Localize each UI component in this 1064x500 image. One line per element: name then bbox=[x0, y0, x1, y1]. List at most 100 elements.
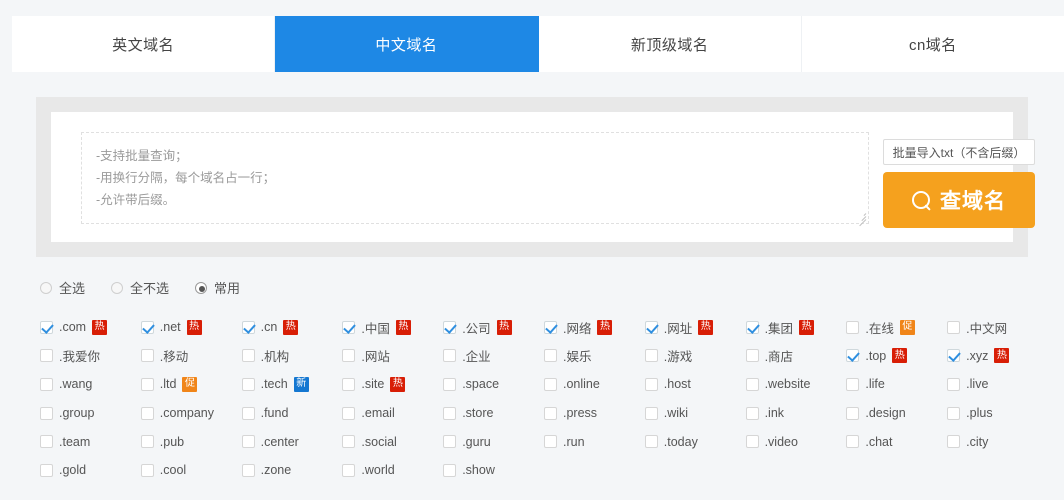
checkbox-icon[interactable] bbox=[342, 349, 355, 362]
select-mode-radio-0[interactable]: 全选 bbox=[40, 278, 85, 297]
suffix-checkbox-item[interactable]: .chat bbox=[846, 427, 947, 456]
checkbox-icon[interactable] bbox=[746, 435, 759, 448]
suffix-checkbox-item[interactable]: .email bbox=[342, 399, 443, 428]
bulk-domain-textarea[interactable] bbox=[81, 132, 869, 224]
suffix-checkbox-item[interactable]: .ink bbox=[746, 399, 847, 428]
suffix-checkbox-item[interactable]: .site热 bbox=[342, 370, 443, 399]
checkbox-checked-icon[interactable] bbox=[342, 321, 355, 334]
suffix-checkbox-item[interactable]: .zone bbox=[242, 456, 343, 485]
suffix-checkbox-item[interactable]: .移动 bbox=[141, 342, 242, 371]
checkbox-icon[interactable] bbox=[242, 464, 255, 477]
tab-1[interactable]: 中文域名 bbox=[275, 16, 538, 72]
suffix-checkbox-item[interactable]: .游戏 bbox=[645, 342, 746, 371]
checkbox-icon[interactable] bbox=[342, 378, 355, 391]
select-mode-radio-1[interactable]: 全不选 bbox=[111, 278, 169, 297]
suffix-checkbox-item[interactable]: .ltd促 bbox=[141, 370, 242, 399]
suffix-checkbox-item[interactable]: .娱乐 bbox=[544, 342, 645, 371]
suffix-checkbox-item[interactable]: .live bbox=[947, 370, 1048, 399]
checkbox-icon[interactable] bbox=[645, 407, 658, 420]
checkbox-icon[interactable] bbox=[141, 435, 154, 448]
checkbox-icon[interactable] bbox=[40, 435, 53, 448]
checkbox-checked-icon[interactable] bbox=[443, 321, 456, 334]
checkbox-checked-icon[interactable] bbox=[645, 321, 658, 334]
checkbox-icon[interactable] bbox=[242, 349, 255, 362]
checkbox-icon[interactable] bbox=[40, 349, 53, 362]
suffix-checkbox-item[interactable]: .网站 bbox=[342, 342, 443, 371]
suffix-checkbox-item[interactable]: .公司热 bbox=[443, 313, 544, 342]
checkbox-icon[interactable] bbox=[242, 407, 255, 420]
checkbox-icon[interactable] bbox=[544, 435, 557, 448]
suffix-checkbox-item[interactable]: .企业 bbox=[443, 342, 544, 371]
suffix-checkbox-item[interactable]: .中文网 bbox=[947, 313, 1048, 342]
suffix-checkbox-item[interactable]: .design bbox=[846, 399, 947, 428]
suffix-checkbox-item[interactable]: .video bbox=[746, 427, 847, 456]
suffix-checkbox-item[interactable]: .store bbox=[443, 399, 544, 428]
suffix-checkbox-item[interactable]: .team bbox=[40, 427, 141, 456]
suffix-checkbox-item[interactable]: .plus bbox=[947, 399, 1048, 428]
checkbox-icon[interactable] bbox=[141, 378, 154, 391]
suffix-checkbox-item[interactable]: .cool bbox=[141, 456, 242, 485]
suffix-checkbox-item[interactable]: .pub bbox=[141, 427, 242, 456]
suffix-checkbox-item[interactable]: .机构 bbox=[242, 342, 343, 371]
checkbox-checked-icon[interactable] bbox=[846, 349, 859, 362]
checkbox-icon[interactable] bbox=[141, 407, 154, 420]
checkbox-icon[interactable] bbox=[342, 435, 355, 448]
checkbox-icon[interactable] bbox=[443, 407, 456, 420]
checkbox-icon[interactable] bbox=[746, 349, 759, 362]
checkbox-icon[interactable] bbox=[141, 464, 154, 477]
suffix-checkbox-item[interactable]: .com热 bbox=[40, 313, 141, 342]
suffix-checkbox-item[interactable]: .social bbox=[342, 427, 443, 456]
suffix-checkbox-item[interactable]: .world bbox=[342, 456, 443, 485]
checkbox-icon[interactable] bbox=[443, 378, 456, 391]
checkbox-icon[interactable] bbox=[846, 321, 859, 334]
checkbox-icon[interactable] bbox=[645, 435, 658, 448]
suffix-checkbox-item[interactable]: .网址热 bbox=[645, 313, 746, 342]
suffix-checkbox-item[interactable]: .host bbox=[645, 370, 746, 399]
checkbox-icon[interactable] bbox=[242, 435, 255, 448]
suffix-checkbox-item[interactable]: .net热 bbox=[141, 313, 242, 342]
tab-0[interactable]: 英文域名 bbox=[12, 16, 275, 72]
suffix-checkbox-item[interactable]: .wang bbox=[40, 370, 141, 399]
suffix-checkbox-item[interactable]: .life bbox=[846, 370, 947, 399]
checkbox-icon[interactable] bbox=[141, 349, 154, 362]
checkbox-icon[interactable] bbox=[443, 435, 456, 448]
checkbox-icon[interactable] bbox=[40, 378, 53, 391]
checkbox-icon[interactable] bbox=[342, 464, 355, 477]
suffix-checkbox-item[interactable]: .press bbox=[544, 399, 645, 428]
suffix-checkbox-item[interactable]: .online bbox=[544, 370, 645, 399]
suffix-checkbox-item[interactable]: .fund bbox=[242, 399, 343, 428]
checkbox-icon[interactable] bbox=[342, 407, 355, 420]
suffix-checkbox-item[interactable]: .中国热 bbox=[342, 313, 443, 342]
checkbox-icon[interactable] bbox=[544, 349, 557, 362]
suffix-checkbox-item[interactable]: .group bbox=[40, 399, 141, 428]
suffix-checkbox-item[interactable]: .我爱你 bbox=[40, 342, 141, 371]
checkbox-icon[interactable] bbox=[645, 349, 658, 362]
checkbox-checked-icon[interactable] bbox=[544, 321, 557, 334]
checkbox-icon[interactable] bbox=[242, 378, 255, 391]
checkbox-checked-icon[interactable] bbox=[40, 321, 53, 334]
search-domain-button[interactable]: 查域名 bbox=[883, 172, 1035, 228]
checkbox-icon[interactable] bbox=[746, 407, 759, 420]
checkbox-icon[interactable] bbox=[746, 378, 759, 391]
suffix-checkbox-item[interactable]: .top热 bbox=[846, 342, 947, 371]
suffix-checkbox-item[interactable]: .show bbox=[443, 456, 544, 485]
tab-2[interactable]: 新顶级域名 bbox=[539, 16, 802, 72]
suffix-checkbox-item[interactable]: .company bbox=[141, 399, 242, 428]
tab-3[interactable]: cn域名 bbox=[802, 16, 1064, 72]
checkbox-icon[interactable] bbox=[40, 464, 53, 477]
suffix-checkbox-item[interactable]: .gold bbox=[40, 456, 141, 485]
checkbox-icon[interactable] bbox=[40, 407, 53, 420]
checkbox-icon[interactable] bbox=[947, 321, 960, 334]
suffix-checkbox-item[interactable]: .tech新 bbox=[242, 370, 343, 399]
suffix-checkbox-item[interactable]: .space bbox=[443, 370, 544, 399]
suffix-checkbox-item[interactable]: .cn热 bbox=[242, 313, 343, 342]
checkbox-icon[interactable] bbox=[947, 378, 960, 391]
select-mode-radio-2[interactable]: 常用 bbox=[195, 278, 240, 297]
checkbox-icon[interactable] bbox=[846, 435, 859, 448]
checkbox-icon[interactable] bbox=[443, 349, 456, 362]
suffix-checkbox-item[interactable]: .center bbox=[242, 427, 343, 456]
suffix-checkbox-item[interactable]: .xyz热 bbox=[947, 342, 1048, 371]
checkbox-icon[interactable] bbox=[544, 407, 557, 420]
suffix-checkbox-item[interactable]: .run bbox=[544, 427, 645, 456]
checkbox-checked-icon[interactable] bbox=[141, 321, 154, 334]
